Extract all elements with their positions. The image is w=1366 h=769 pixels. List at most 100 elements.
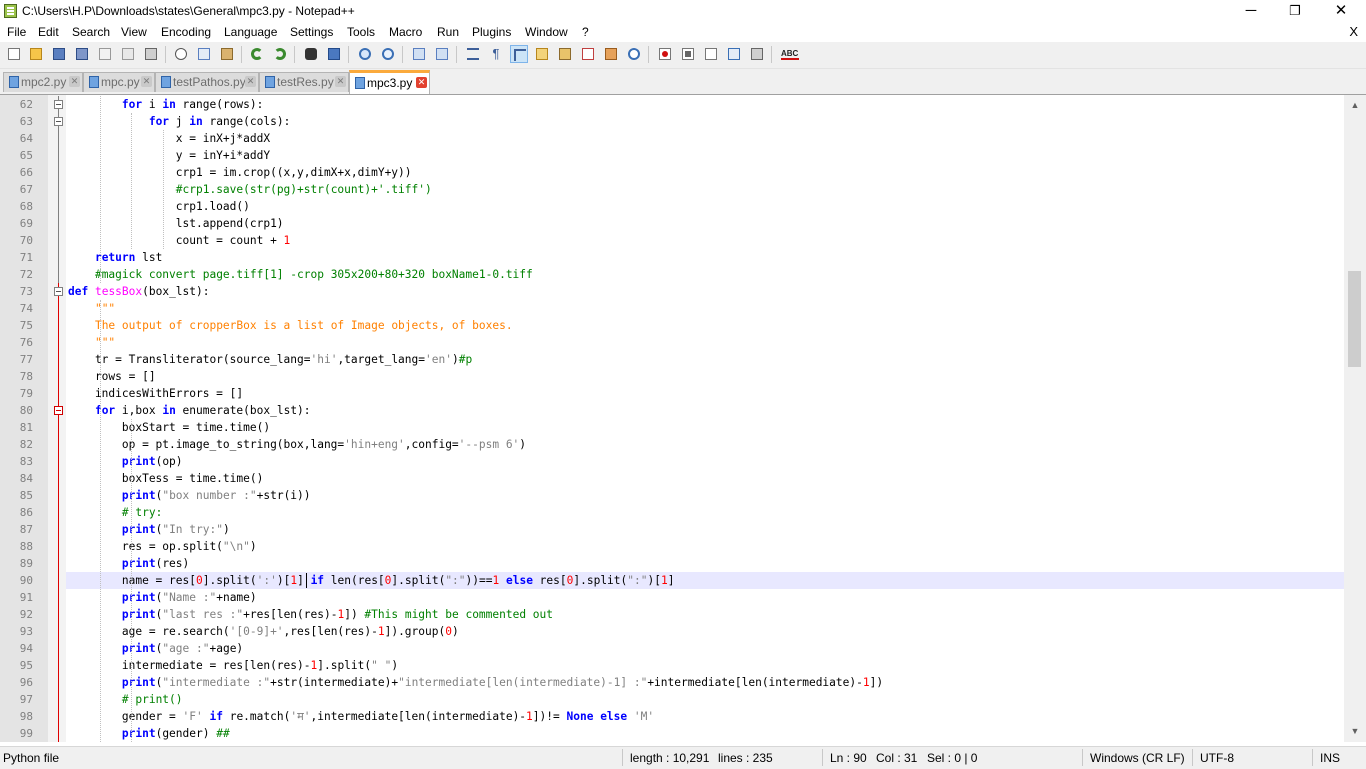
tab-mpc[interactable]: mpc.py ✕ bbox=[83, 72, 155, 92]
cut-icon[interactable] bbox=[172, 45, 190, 63]
tab-close-icon[interactable]: ✕ bbox=[416, 77, 427, 88]
replace-icon[interactable] bbox=[325, 45, 343, 63]
code-line[interactable]: print(res) bbox=[68, 555, 189, 572]
menu-view[interactable]: View bbox=[121, 25, 147, 39]
fold-toggle-icon[interactable] bbox=[54, 100, 63, 109]
find-icon[interactable] bbox=[302, 45, 320, 63]
tab-close-icon[interactable]: ✕ bbox=[141, 76, 152, 87]
fold-toggle-icon[interactable] bbox=[54, 117, 63, 126]
code-line[interactable]: crp1.load() bbox=[68, 198, 250, 215]
restore-button[interactable]: ❐ bbox=[1272, 0, 1318, 23]
scroll-up-icon[interactable]: ▲ bbox=[1344, 97, 1366, 114]
code-line[interactable]: return lst bbox=[68, 249, 162, 266]
record-macro-icon[interactable] bbox=[656, 45, 674, 63]
sync-vertical-icon[interactable] bbox=[410, 45, 428, 63]
code-line[interactable]: name = res[0].split(':')[1] if len(res[0… bbox=[68, 572, 675, 589]
fold-toggle-icon[interactable] bbox=[54, 287, 63, 296]
sync-horizontal-icon[interactable] bbox=[433, 45, 451, 63]
code-line[interactable]: boxStart = time.time() bbox=[68, 419, 270, 436]
new-file-icon[interactable] bbox=[5, 45, 23, 63]
code-line[interactable]: print(gender) ## bbox=[68, 725, 230, 742]
code-line[interactable]: print(op) bbox=[68, 453, 183, 470]
code-line[interactable]: crp1 = im.crop((x,y,dimX+x,dimY+y)) bbox=[68, 164, 412, 181]
close-document-button[interactable]: X bbox=[1349, 24, 1358, 39]
undo-icon[interactable] bbox=[248, 45, 266, 63]
code-line[interactable]: count = count + 1 bbox=[68, 232, 291, 249]
menu-settings[interactable]: Settings bbox=[290, 25, 333, 39]
print-icon[interactable] bbox=[142, 45, 160, 63]
code-line[interactable]: for j in range(cols): bbox=[68, 113, 290, 130]
spell-check-icon[interactable]: ABC bbox=[779, 45, 801, 63]
zoom-in-icon[interactable] bbox=[356, 45, 374, 63]
code-line[interactable]: #magick convert page.tiff[1] -crop 305x2… bbox=[68, 266, 533, 283]
code-line[interactable]: The output of cropperBox is a list of Im… bbox=[68, 317, 513, 334]
function-list-icon[interactable] bbox=[579, 45, 597, 63]
code-line[interactable]: for i in range(rows): bbox=[68, 96, 263, 113]
code-line[interactable]: print("box number :"+str(i)) bbox=[68, 487, 311, 504]
code-line[interactable]: print("Name :"+name) bbox=[68, 589, 257, 606]
menu-edit[interactable]: Edit bbox=[38, 25, 59, 39]
code-line[interactable]: """ bbox=[68, 300, 115, 317]
zoom-out-icon[interactable] bbox=[379, 45, 397, 63]
tab-mpc2[interactable]: mpc2.py ✕ bbox=[3, 72, 83, 92]
menu-run[interactable]: Run bbox=[437, 25, 459, 39]
tab-close-icon[interactable]: ✕ bbox=[69, 76, 80, 87]
play-macro-icon[interactable] bbox=[702, 45, 720, 63]
code-line[interactable]: def tessBox(box_lst): bbox=[68, 283, 209, 300]
close-window-button[interactable]: ✕ bbox=[1318, 0, 1364, 23]
menu-macro[interactable]: Macro bbox=[389, 25, 422, 39]
code-line[interactable]: print("intermediate :"+str(intermediate)… bbox=[68, 674, 883, 691]
code-line[interactable]: print("last res :"+res[len(res)-1]) #Thi… bbox=[68, 606, 553, 623]
minimize-button[interactable]: ─ bbox=[1228, 0, 1274, 23]
fold-margin[interactable] bbox=[48, 95, 66, 742]
stop-record-icon[interactable] bbox=[679, 45, 697, 63]
run-macro-multiple-icon[interactable] bbox=[725, 45, 743, 63]
code-line[interactable]: age = re.search('[0-9]+',res[len(res)-1]… bbox=[68, 623, 459, 640]
indent-guide-icon[interactable] bbox=[510, 45, 528, 63]
code-line[interactable]: """ bbox=[68, 334, 115, 351]
save-all-icon[interactable] bbox=[73, 45, 91, 63]
menu-search[interactable]: Search bbox=[72, 25, 110, 39]
code-line[interactable]: tr = Transliterator(source_lang='hi',tar… bbox=[68, 351, 472, 368]
menu-encoding[interactable]: Encoding bbox=[161, 25, 211, 39]
save-icon[interactable] bbox=[50, 45, 68, 63]
tab-close-icon[interactable]: ✕ bbox=[335, 76, 346, 87]
code-line[interactable]: # try: bbox=[68, 504, 162, 521]
scrollbar-thumb[interactable] bbox=[1348, 271, 1361, 367]
code-line[interactable]: intermediate = res[len(res)-1].split(" "… bbox=[68, 657, 398, 674]
tab-testres[interactable]: testRes.py ✕ bbox=[259, 72, 349, 92]
show-all-chars-icon[interactable]: ¶ bbox=[487, 45, 505, 63]
scroll-down-icon[interactable]: ▼ bbox=[1344, 723, 1366, 740]
code-line[interactable]: #crp1.save(str(pg)+str(count)+'.tiff') bbox=[68, 181, 432, 198]
code-line[interactable]: # print() bbox=[68, 691, 183, 708]
code-line[interactable]: gender = 'F' if re.match('म',intermediat… bbox=[68, 708, 654, 725]
fold-toggle-icon[interactable] bbox=[54, 406, 63, 415]
code-line[interactable]: rows = [] bbox=[68, 368, 156, 385]
word-wrap-icon[interactable] bbox=[464, 45, 482, 63]
copy-icon[interactable] bbox=[195, 45, 213, 63]
menu-language[interactable]: Language bbox=[224, 25, 277, 39]
code-line[interactable]: boxTess = time.time() bbox=[68, 470, 263, 487]
code-line[interactable]: x = inX+j*addX bbox=[68, 130, 270, 147]
code-line[interactable]: res = op.split("\n") bbox=[68, 538, 257, 555]
save-macro-icon[interactable] bbox=[748, 45, 766, 63]
tab-testpathos[interactable]: testPathos.py ✕ bbox=[155, 72, 259, 92]
code-line[interactable]: indicesWithErrors = [] bbox=[68, 385, 243, 402]
paste-icon[interactable] bbox=[218, 45, 236, 63]
udl-icon[interactable] bbox=[533, 45, 551, 63]
code-line[interactable]: y = inY+i*addY bbox=[68, 147, 270, 164]
menu-file[interactable]: File bbox=[7, 25, 26, 39]
menu-plugins[interactable]: Plugins bbox=[472, 25, 511, 39]
menu-help[interactable]: ? bbox=[582, 25, 589, 39]
open-file-icon[interactable] bbox=[27, 45, 45, 63]
code-line[interactable]: op = pt.image_to_string(box,lang='hin+en… bbox=[68, 436, 526, 453]
vertical-scrollbar[interactable]: ▲ ▼ bbox=[1344, 95, 1366, 742]
close-icon[interactable] bbox=[96, 45, 114, 63]
menu-window[interactable]: Window bbox=[525, 25, 568, 39]
code-editor[interactable]: 62 63 64 65 66 67 68 69 70 71 72 73 74 75 76 77 78 79 80 81… bbox=[0, 95, 1344, 742]
code-line[interactable]: print("age :"+age) bbox=[68, 640, 243, 657]
folder-workspace-icon[interactable] bbox=[602, 45, 620, 63]
redo-icon[interactable] bbox=[271, 45, 289, 63]
code-line[interactable]: print("In try:") bbox=[68, 521, 230, 538]
doc-map-icon[interactable] bbox=[556, 45, 574, 63]
